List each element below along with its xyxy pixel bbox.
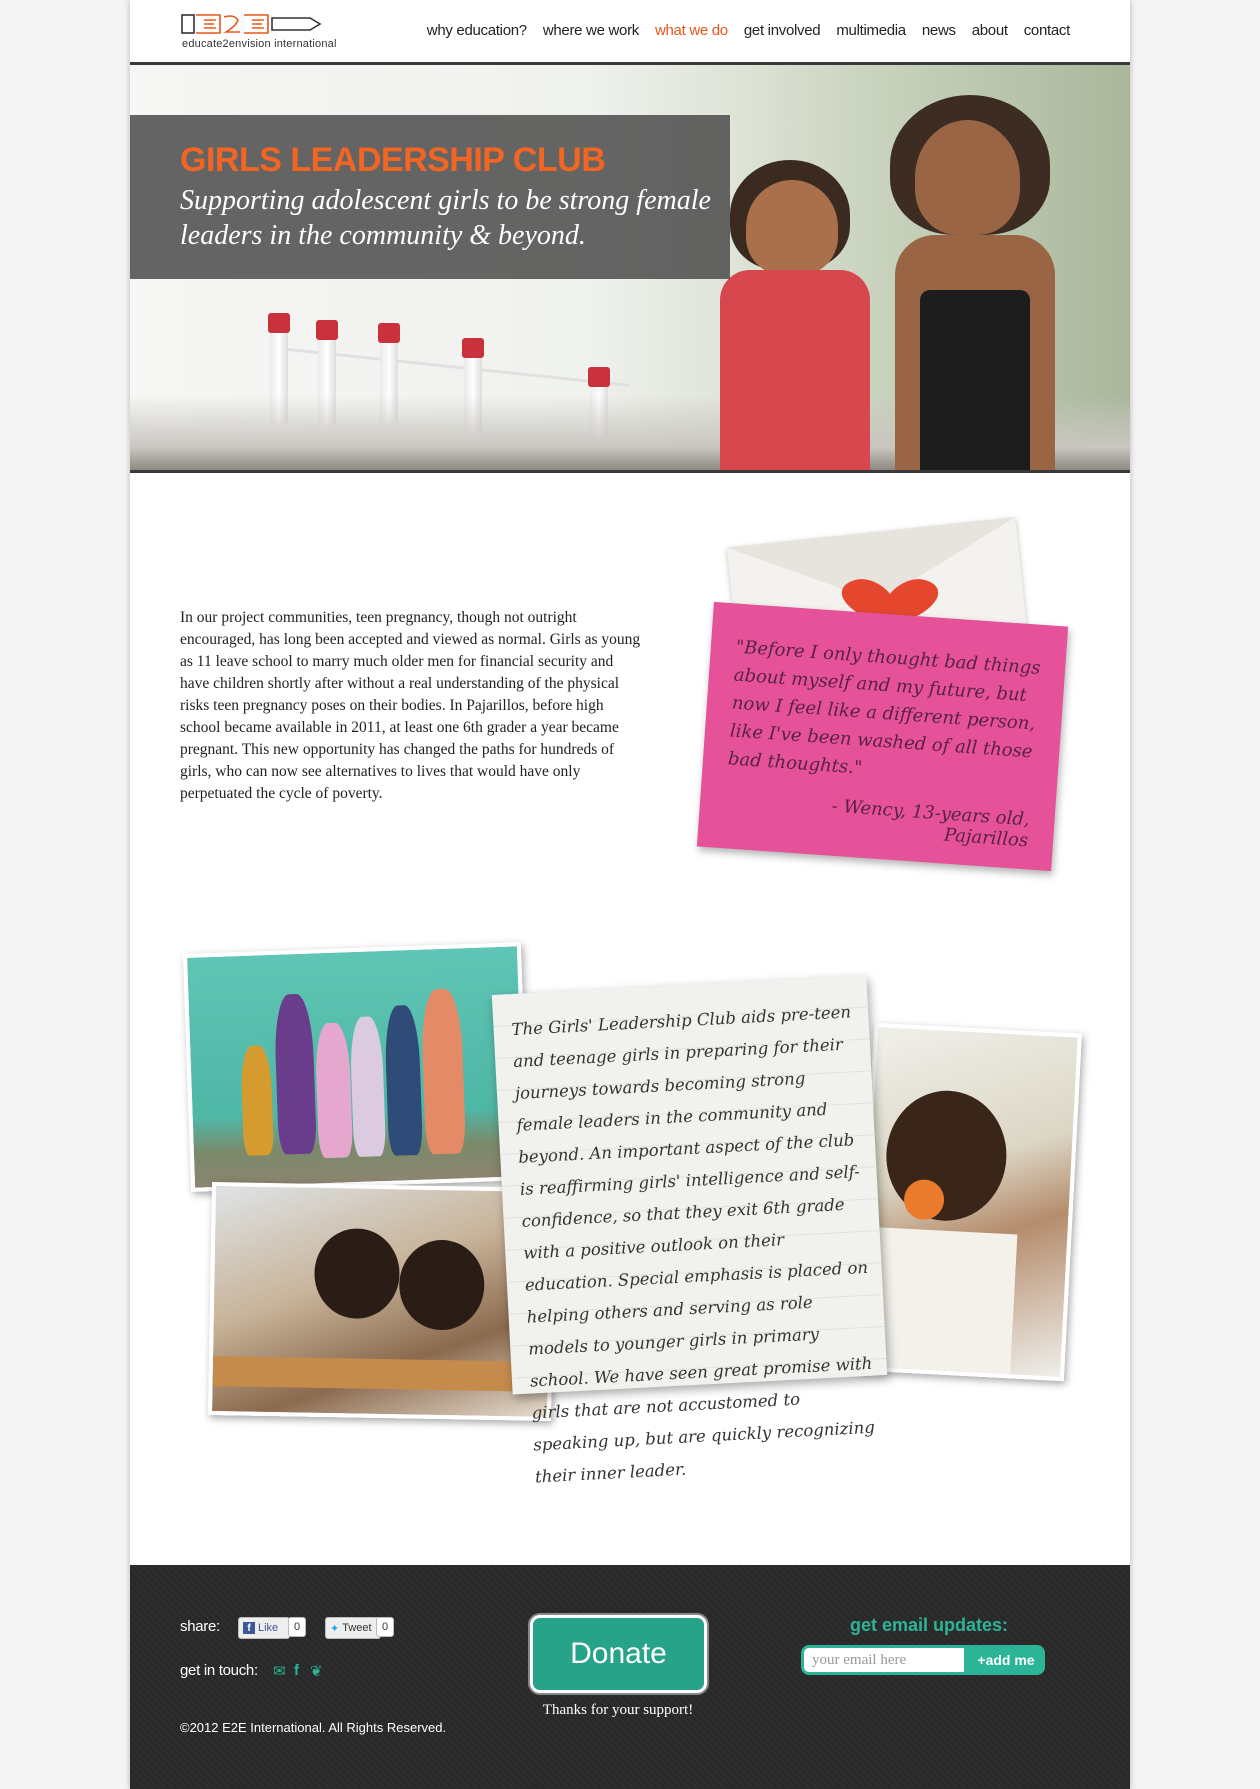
hero-banner: GIRLS LEADERSHIP CLUB Supporting adolesc… [130,115,730,279]
site-header: educate2envision international why educa… [130,0,1130,65]
like-label: Like [258,1622,279,1634]
quote-attribution: - Wency, 13-years old, Pajarillos [830,795,1031,852]
hero-image: GIRLS LEADERSHIP CLUB Supporting adolesc… [130,65,1130,470]
girl-face [915,120,1020,235]
child-figure [383,1004,424,1156]
get-in-touch-label: get in touch: [180,1662,258,1679]
photo-girl-with-flower [856,1022,1082,1382]
hero-title: GIRLS LEADERSHIP CLUB [180,141,606,179]
note-text: The Girls' Leadership Club aids pre-teen… [511,1002,876,1487]
add-me-button[interactable]: +add me [967,1645,1045,1675]
email-updates-heading: get email updates: [850,1615,1009,1635]
hero-divider [130,470,1130,473]
site-footer: share: f Like 0 ✦ Tweet 0 get in touch: … [130,1565,1130,1789]
tweet-label: Tweet [342,1622,372,1634]
main-nav: why education? where we work what we do … [427,22,1071,39]
e2e-logo-icon [181,14,322,34]
hero-subtitle: Supporting adolescent girls to be strong… [180,185,711,251]
child-figure [349,1016,387,1158]
twitter-icon[interactable]: ❦ [310,1662,323,1680]
page: educate2envision international why educa… [130,0,1130,1789]
child-figure [398,1239,486,1331]
child-figure [314,1022,354,1159]
twitter-icon: ✦ [330,1622,340,1635]
facebook-icon: f [243,1622,255,1634]
nav-get-involved[interactable]: get involved [744,22,821,39]
tweet-count: 0 [376,1617,394,1637]
intro-paragraph: In our project communities, teen pregnan… [180,609,641,802]
desk [212,1356,553,1392]
copyright: ©2012 E2E International. All Rights Rese… [180,1720,447,1735]
child-figure [313,1227,401,1320]
logo-tagline: educate2envision international [182,38,337,50]
quote-card: "Before I only thought bad things about … [696,601,1069,872]
share-label: share: [180,1618,220,1635]
child-figure [240,1044,275,1156]
like-count: 0 [288,1617,306,1637]
child-figure [420,988,467,1155]
nav-about[interactable]: about [972,22,1008,39]
logo[interactable]: educate2envision international [180,12,340,54]
nav-why-education[interactable]: why education? [427,22,527,39]
nav-what-we-do[interactable]: what we do [655,22,728,39]
girl-dress [920,290,1030,470]
girl-shirt [720,270,870,470]
child-figure [883,1087,1010,1224]
lined-note: The Girls' Leadership Club aids pre-teen… [491,975,888,1486]
nav-multimedia[interactable]: multimedia [836,22,906,39]
thanks-text: Thanks for your support! [542,1702,694,1718]
email-icon[interactable]: ✉ [273,1662,286,1680]
child-figure [273,993,317,1155]
facebook-like-button[interactable]: f Like [238,1617,290,1639]
nav-news[interactable]: news [922,22,956,39]
nav-contact[interactable]: contact [1024,22,1071,39]
nav-where-we-work[interactable]: where we work [543,22,639,39]
girl-face [746,180,838,275]
quote-text: "Before I only thought bad things about … [727,636,1042,779]
tweet-button[interactable]: ✦ Tweet [325,1617,381,1639]
facebook-icon[interactable]: f [294,1662,299,1679]
photo-group-of-girls [182,942,530,1192]
email-input[interactable]: your email here [801,1645,967,1675]
donate-button[interactable]: Donate [530,1615,707,1693]
